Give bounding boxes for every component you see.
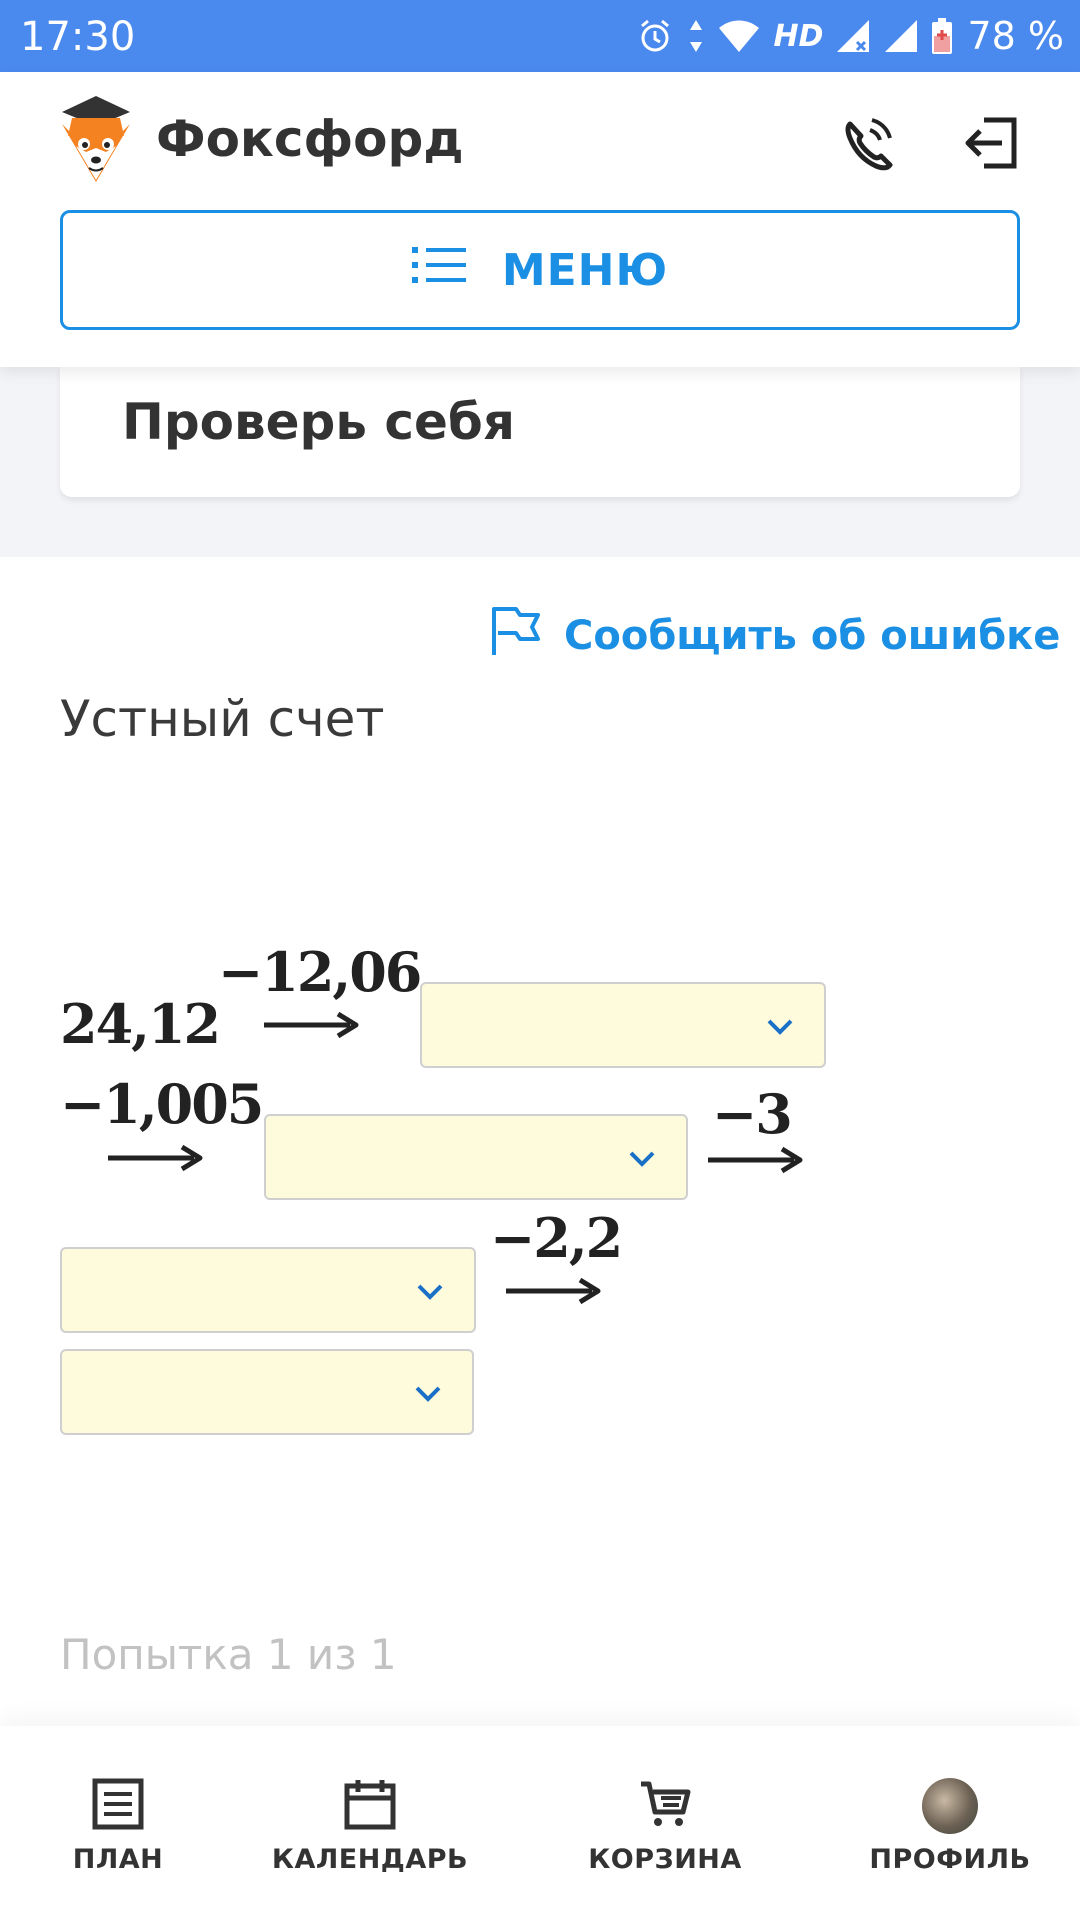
- chevron-down-icon: [415, 1386, 441, 1402]
- logout-button[interactable]: [962, 114, 1020, 172]
- chevron-down-icon: [629, 1151, 655, 1167]
- report-error-link[interactable]: Сообщить об ошибке: [490, 605, 1060, 667]
- foxford-logo[interactable]: [58, 94, 134, 186]
- wifi-icon: [719, 20, 760, 52]
- signal-icon-2: [885, 20, 918, 52]
- status-time: 17:30: [20, 14, 136, 60]
- answer-select-1[interactable]: [420, 982, 826, 1068]
- arrow-icon: [264, 1011, 359, 1039]
- chevron-down-icon: [767, 1019, 793, 1035]
- phone-icon: [840, 118, 898, 176]
- nav-item-calendar[interactable]: КАЛЕНДАРЬ: [272, 1778, 468, 1875]
- menu-label: МЕНЮ: [501, 244, 669, 296]
- nav-label-calendar: КАЛЕНДАРЬ: [271, 1844, 469, 1875]
- answer-select-3[interactable]: [60, 1247, 476, 1333]
- list-icon: [411, 245, 466, 296]
- operation-3: −3: [712, 1082, 793, 1146]
- battery-percent: 78 %: [967, 14, 1064, 58]
- network-type: HD: [773, 18, 824, 54]
- answer-select-4[interactable]: [60, 1349, 474, 1435]
- brand-name: Фоксфорд: [156, 110, 464, 168]
- nav-item-cart[interactable]: КОРЗИНА: [588, 1778, 741, 1875]
- status-icons: HD 78 %: [637, 14, 1064, 58]
- bottom-nav: ПЛАН КАЛЕНДАРЬ КОРЗИНА ПРОФИЛЬ: [0, 1726, 1080, 1920]
- operation-1: −12,06: [218, 940, 422, 1004]
- avatar: [922, 1778, 978, 1834]
- chevron-down-icon: [417, 1284, 443, 1300]
- start-value: 24,12: [60, 992, 221, 1056]
- nav-label-profile: ПРОФИЛЬ: [869, 1844, 1031, 1875]
- logout-icon: [962, 117, 1020, 176]
- section-header-area: Проверь себя: [0, 367, 1080, 557]
- nav-label-plan: ПЛАН: [72, 1844, 164, 1875]
- cart-icon: [639, 1778, 691, 1834]
- phone-button[interactable]: [840, 114, 898, 172]
- operation-2: −1,005: [60, 1072, 264, 1136]
- app-header: Фоксфорд МЕНЮ: [0, 72, 1080, 367]
- calendar-icon: [344, 1778, 396, 1834]
- section-card: Проверь себя: [60, 367, 1020, 497]
- flag-icon: [490, 605, 542, 667]
- nav-label-cart: КОРЗИНА: [588, 1844, 742, 1875]
- data-arrows-icon: [687, 18, 705, 54]
- menu-button[interactable]: МЕНЮ: [60, 210, 1020, 330]
- battery-icon: [931, 18, 953, 54]
- report-error-label: Сообщить об ошибке: [564, 613, 1061, 659]
- operation-4: −2,2: [490, 1206, 623, 1270]
- nav-item-profile[interactable]: ПРОФИЛЬ: [869, 1778, 1031, 1875]
- nav-item-plan[interactable]: ПЛАН: [58, 1778, 178, 1875]
- arrow-icon: [506, 1277, 601, 1305]
- alarm-icon: [637, 18, 673, 54]
- signal-icon: [837, 20, 871, 52]
- section-title: Проверь себя: [122, 393, 515, 451]
- task-title: Устный счет: [60, 690, 385, 748]
- plan-icon: [92, 1778, 144, 1834]
- arrow-icon: [708, 1146, 803, 1174]
- status-bar: 17:30 HD 78 %: [0, 0, 1080, 72]
- answer-select-2[interactable]: [264, 1114, 688, 1200]
- arrow-icon: [108, 1144, 203, 1172]
- attempt-counter: Попытка 1 из 1: [60, 1630, 397, 1679]
